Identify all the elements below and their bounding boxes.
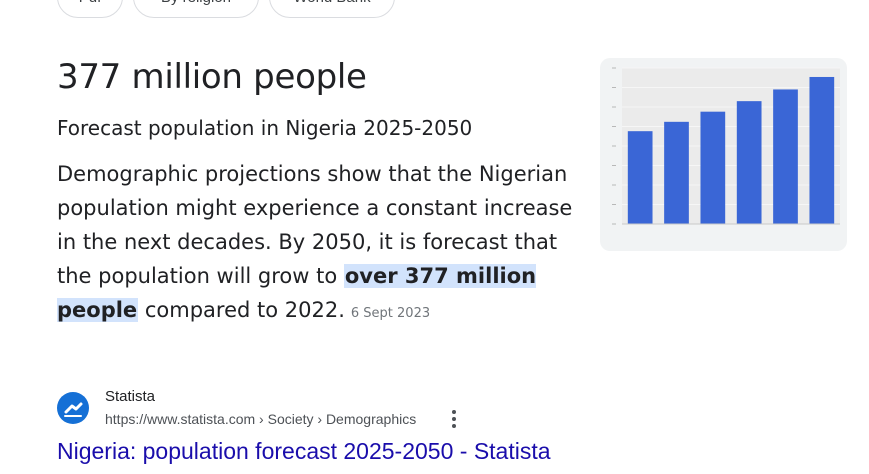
statista-logo-icon <box>57 392 89 424</box>
filter-chips: Pdf By religion World Bank <box>57 0 395 18</box>
more-options-icon[interactable] <box>447 408 461 430</box>
thumbnail-bar <box>627 131 653 224</box>
chip-by-religion[interactable]: By religion <box>133 0 259 18</box>
answer-headline: 377 million people <box>57 57 367 97</box>
answer-snippet: Demographic projections show that the Ni… <box>57 157 577 331</box>
result-title-link[interactable]: Nigeria: population forecast 2025-2050 -… <box>57 438 551 465</box>
thumbnail-bar <box>773 89 798 224</box>
source-url-breadcrumb[interactable]: https://www.statista.com › Society › Dem… <box>105 411 416 427</box>
source-site-name[interactable]: Statista <box>105 388 155 405</box>
chart-thumbnail[interactable] <box>600 58 847 251</box>
snippet-date: 6 Sept 2023 <box>350 306 431 321</box>
thumbnail-bar <box>736 101 762 224</box>
statista-favicon[interactable] <box>57 392 89 424</box>
thumbnail-chart <box>612 67 840 225</box>
chip-world-bank[interactable]: World Bank <box>269 0 395 18</box>
snippet-text-after: compared to 2022. <box>138 298 345 322</box>
thumbnail-bar <box>809 76 835 224</box>
answer-subtitle: Forecast population in Nigeria 2025-2050 <box>57 116 473 140</box>
chip-pdf[interactable]: Pdf <box>57 0 123 18</box>
thumbnail-bar <box>664 121 689 224</box>
thumbnail-bar <box>700 111 726 224</box>
